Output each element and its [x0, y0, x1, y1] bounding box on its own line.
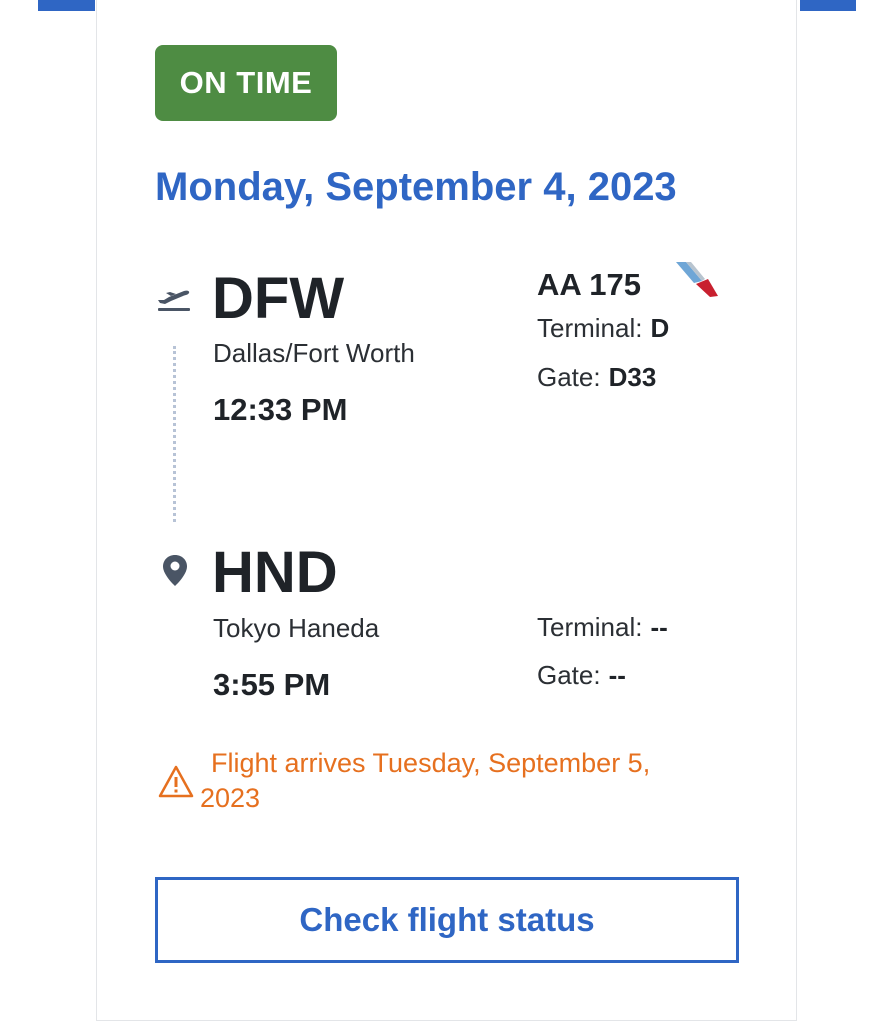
airline-logo-icon — [672, 259, 720, 301]
warning-line-1: Flight arrives Tuesday, September 5, — [211, 748, 651, 778]
gate-value: D33 — [608, 362, 657, 392]
terminal-value: -- — [650, 612, 668, 642]
gate-label: Gate: — [537, 660, 601, 690]
arrival-date-warning: Flight arrives Tuesday, September 5, 202… — [200, 746, 720, 816]
departure-airport-code: DFW — [212, 266, 345, 331]
flight-number: AA 175 — [537, 267, 641, 302]
location-pin-icon — [161, 553, 189, 589]
terminal-label: Terminal: — [537, 313, 643, 343]
departure-time: 12:33 PM — [213, 392, 348, 427]
flight-card — [96, 0, 797, 1021]
status-badge: ON TIME — [155, 45, 337, 121]
arrival-terminal: Terminal: -- — [537, 612, 668, 643]
flight-details-page: ON TIME Monday, September 4, 2023 DFW Da… — [0, 0, 894, 1024]
terminal-label: Terminal: — [537, 612, 643, 642]
arrival-time: 3:55 PM — [213, 667, 331, 702]
departure-city: Dallas/Fort Worth — [213, 338, 415, 368]
departure-terminal: Terminal: D — [537, 313, 669, 344]
warning-triangle-icon — [158, 764, 194, 800]
check-flight-status-button[interactable]: Check flight status — [155, 877, 739, 963]
warning-line-2: 2023 — [200, 783, 261, 813]
departure-gate: Gate: D33 — [537, 362, 656, 393]
header-accent-left — [38, 0, 95, 11]
arrival-city: Tokyo Haneda — [213, 613, 380, 643]
route-connector — [173, 346, 176, 522]
gate-value: -- — [608, 660, 626, 690]
flight-date: Monday, September 4, 2023 — [155, 165, 677, 209]
plane-departure-icon — [155, 280, 193, 314]
arrival-airport-code: HND — [212, 540, 338, 605]
arrival-gate: Gate: -- — [537, 660, 626, 691]
terminal-value: D — [650, 313, 670, 343]
gate-label: Gate: — [537, 362, 601, 392]
header-accent-right — [800, 0, 856, 11]
